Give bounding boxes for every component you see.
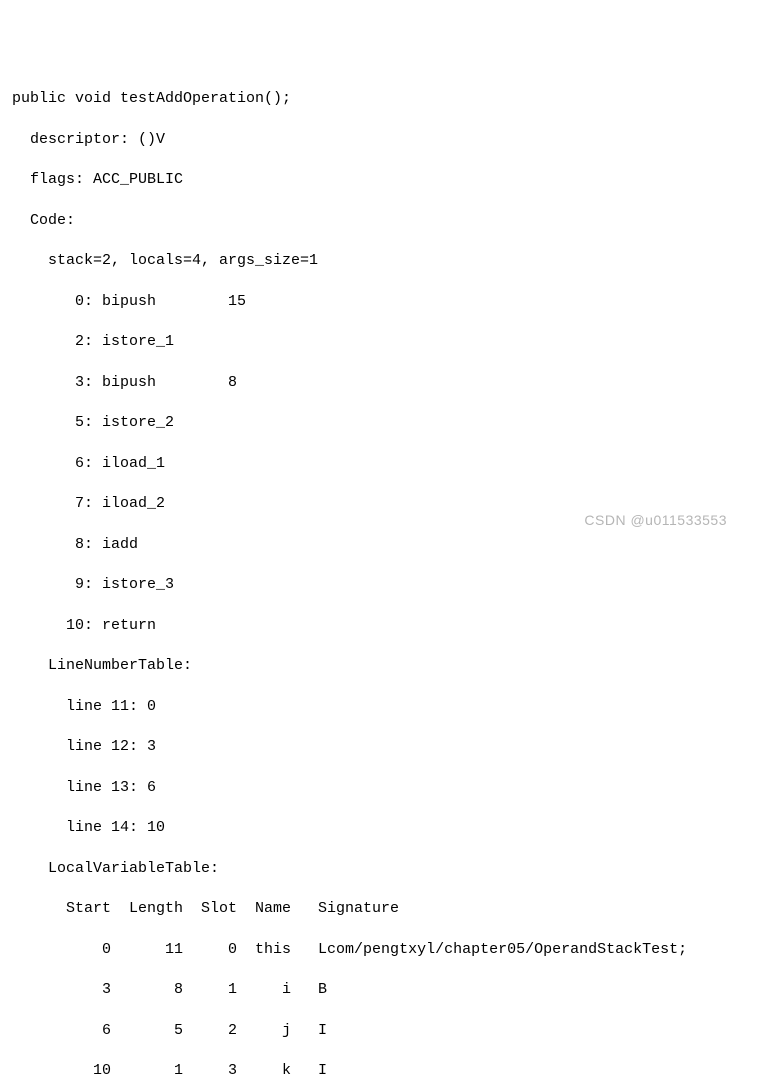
bytecode-line: 2: istore_1: [12, 332, 745, 352]
watermark-text: CSDN @u011533553: [584, 511, 727, 530]
bytecode-line: 10: return: [12, 616, 745, 636]
bytecode-line: 3: bipush 8: [12, 373, 745, 393]
flags-line: flags: ACC_PUBLIC: [12, 170, 745, 190]
linenumber-entry: line 14: 10: [12, 818, 745, 838]
localvar-columns: Start Length Slot Name Signature: [12, 899, 745, 919]
stack-locals-line: stack=2, locals=4, args_size=1: [12, 251, 745, 271]
localvar-row: 10 1 3 k I: [12, 1061, 745, 1076]
bytecode-line: 5: istore_2: [12, 413, 745, 433]
descriptor-line: descriptor: ()V: [12, 130, 745, 150]
bytecode-line: 9: istore_3: [12, 575, 745, 595]
linenumber-header: LineNumberTable:: [12, 656, 745, 676]
method-signature: public void testAddOperation();: [12, 89, 745, 109]
localvar-row: 0 11 0 this Lcom/pengtxyl/chapter05/Oper…: [12, 940, 745, 960]
localvar-header: LocalVariableTable:: [12, 859, 745, 879]
linenumber-entry: line 11: 0: [12, 697, 745, 717]
code-header: Code:: [12, 211, 745, 231]
linenumber-entry: line 12: 3: [12, 737, 745, 757]
bytecode-line: 6: iload_1: [12, 454, 745, 474]
localvar-row: 3 8 1 i B: [12, 980, 745, 1000]
linenumber-entry: line 13: 6: [12, 778, 745, 798]
localvar-row: 6 5 2 j I: [12, 1021, 745, 1041]
bytecode-line: 0: bipush 15: [12, 292, 745, 312]
